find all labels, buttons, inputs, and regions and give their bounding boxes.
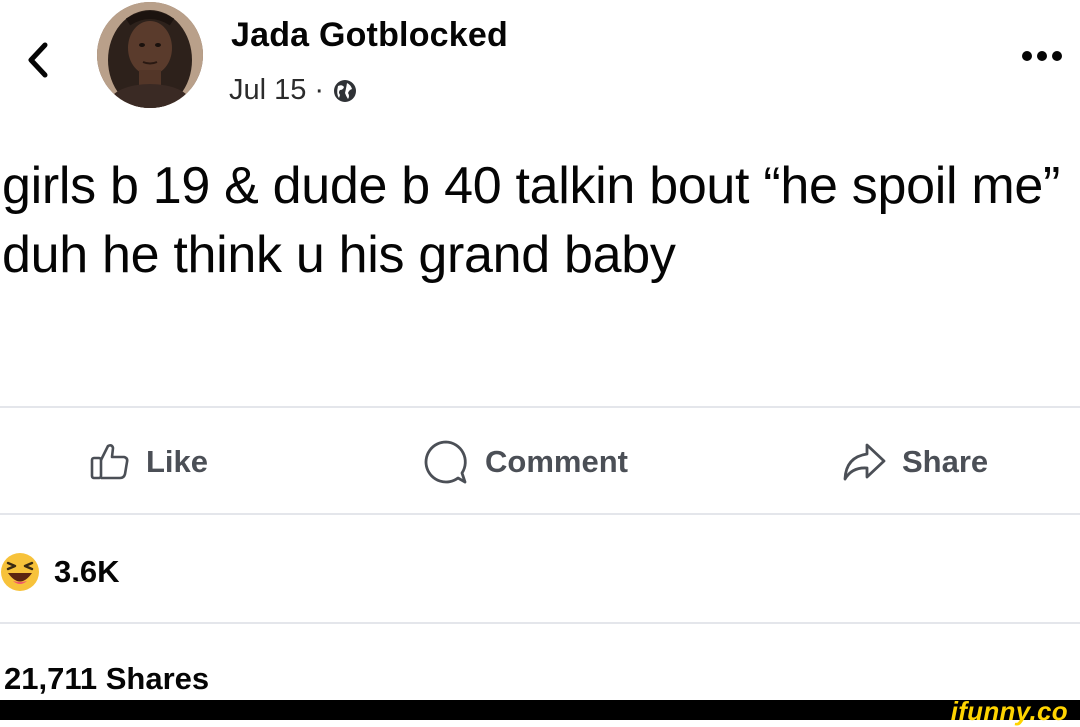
share-arrow-icon — [843, 443, 886, 481]
comment-label: Comment — [485, 444, 628, 479]
globe-icon — [334, 79, 357, 102]
more-dots-icon — [1037, 51, 1047, 61]
comment-bubble-icon — [424, 440, 467, 484]
chevron-left-icon — [28, 42, 48, 78]
comment-button[interactable]: Comment — [421, 436, 628, 488]
more-options-button[interactable] — [1022, 44, 1078, 68]
share-button[interactable]: Share — [840, 436, 988, 488]
shares-count[interactable]: 21,711 Shares — [4, 661, 209, 697]
meta-separator: · — [314, 74, 325, 106]
more-dots-icon — [1022, 51, 1032, 61]
avatar[interactable] — [97, 2, 203, 108]
post-meta: Jul 15 · — [229, 74, 358, 107]
reaction-summary[interactable]: 3.6K — [0, 552, 119, 592]
back-button[interactable] — [20, 38, 56, 82]
like-label: Like — [146, 444, 209, 479]
thumbs-up-icon — [90, 444, 129, 480]
divider — [0, 513, 1080, 515]
divider — [0, 622, 1080, 624]
like-button[interactable]: Like — [88, 436, 208, 488]
divider — [0, 406, 1080, 408]
post-date[interactable]: Jul 15 — [229, 74, 306, 107]
watermark-bar: ifunny.co — [0, 696, 1080, 726]
share-label: Share — [902, 444, 989, 479]
avatar-photo — [97, 2, 203, 108]
author-name[interactable]: Jada Gotblocked — [231, 16, 508, 55]
more-dots-icon — [1052, 51, 1062, 61]
reaction-count: 3.6K — [54, 554, 120, 589]
post-text: girls b 19 & dude b 40 talkin bout “he s… — [2, 157, 1060, 285]
ifunny-watermark: ifunny.co — [950, 696, 1068, 726]
haha-emoji-icon — [1, 553, 39, 591]
